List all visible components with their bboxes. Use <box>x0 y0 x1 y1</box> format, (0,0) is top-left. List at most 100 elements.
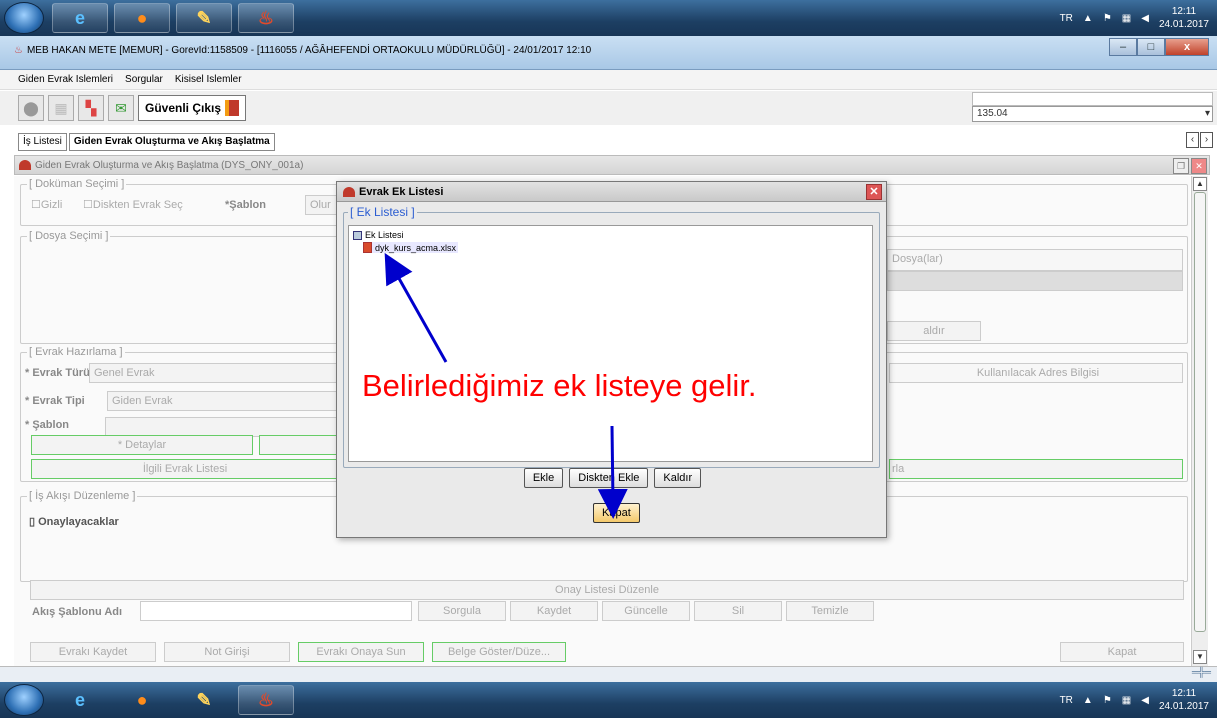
tray-arrow-icon[interactable]: ▲ <box>1083 13 1093 24</box>
attachment-item[interactable]: dyk_kurs_acma.xlsx <box>363 242 459 253</box>
language-indicator[interactable]: TR <box>1060 13 1073 24</box>
menu-sorgular[interactable]: Sorgular <box>125 74 163 85</box>
ek-listesi-legend: [ Ek Listesi ] <box>348 205 417 219</box>
diskten-checkbox[interactable]: ☐Diskten Evrak Seç <box>83 198 183 211</box>
minimize-button[interactable]: – <box>1109 38 1137 56</box>
panel-header: Giden Evrak Oluşturma ve Akış Başlatma (… <box>14 155 1210 175</box>
flag-icon-bottom[interactable]: ⚑ <box>1103 695 1112 706</box>
ie-icon-bottom[interactable]: e <box>52 685 108 715</box>
colors-icon[interactable]: ▚ <box>78 95 104 121</box>
taskbar-bottom: e ● ✎ ♨ TR ▲ ⚑ ▦ ◀ 12:11 24.01.2017 <box>0 682 1217 718</box>
connection-icon: ═╬═ <box>1191 667 1211 677</box>
restore-panel-icon[interactable]: ❐ <box>1173 158 1189 174</box>
panel-logo-icon <box>19 160 31 170</box>
chat-icon[interactable]: ✉ <box>108 95 134 121</box>
paint-icon-bottom[interactable]: ✎ <box>176 685 232 715</box>
tree-root-icon <box>353 230 362 240</box>
maximize-button[interactable]: □ <box>1137 38 1165 56</box>
clock-bottom[interactable]: 12:11 24.01.2017 <box>1159 687 1209 713</box>
combo-top-field[interactable] <box>972 92 1213 106</box>
window-title: MEB HAKAN METE [MEMUR] - GorevId:1158509… <box>26 45 592 56</box>
unit-combo-value: 135.04 <box>977 108 1008 119</box>
temizle-button[interactable]: Temizle <box>786 601 874 621</box>
tree-root[interactable]: Ek Listesi <box>353 230 404 240</box>
sil-button[interactable]: Sil <box>694 601 782 621</box>
tab-is-listesi[interactable]: İş Listesi <box>18 133 67 151</box>
akis-sablonu-input[interactable] <box>140 601 412 621</box>
network-icon-bottom[interactable]: ▦ <box>1122 695 1131 706</box>
stop-icon[interactable]: ⬤ <box>18 95 44 121</box>
ilgili-evrak-button[interactable]: İlgili Evrak Listesi <box>31 459 339 479</box>
clock[interactable]: 12:11 24.01.2017 <box>1159 5 1209 31</box>
tab-strip: İş Listesi Giden Evrak Oluşturma ve Akış… <box>18 133 275 151</box>
tab-scroll: ‹ › <box>1186 132 1213 148</box>
onaylayacaklar-node[interactable]: ▯ Onaylayacaklar <box>29 515 119 528</box>
evrak-turu-label: * Evrak Türü <box>25 367 90 379</box>
kaldir-button[interactable]: Kaldır <box>654 468 702 488</box>
belge-goster-button[interactable]: Belge Göster/Düze... <box>432 642 566 662</box>
java-icon-bottom[interactable]: ♨ <box>238 685 294 715</box>
kaldir-partial-button[interactable]: aldır <box>887 321 981 341</box>
rla-partial-button[interactable]: rla <box>889 459 1183 479</box>
menu-bar: Giden Evrak Islemleri Sorgular Kisisel I… <box>0 70 1217 90</box>
onay-listesi-button[interactable]: Onay Listesi Düzenle <box>30 580 1184 600</box>
menu-kisisel[interactable]: Kisisel Islemler <box>175 74 242 85</box>
language-indicator-bottom[interactable]: TR <box>1060 695 1073 706</box>
detaylar-button[interactable]: * Detaylar <box>31 435 253 455</box>
kaydet-button[interactable]: Kaydet <box>510 601 598 621</box>
safe-exit-label: Güvenli Çıkış <box>145 101 222 115</box>
volume-icon-bottom[interactable]: ◀ <box>1141 695 1149 706</box>
grid-icon[interactable]: ▦ <box>48 95 74 121</box>
close-window-button[interactable]: x <box>1165 38 1209 56</box>
tab-giden-evrak[interactable]: Giden Evrak Oluşturma ve Akış Başlatma <box>68 133 275 151</box>
file-selection-legend: [ Dosya Seçimi ] <box>27 230 111 242</box>
start-button[interactable] <box>4 2 44 34</box>
system-tray: TR ▲ ⚑ ▦ ◀ 12:11 24.01.2017 <box>1060 0 1209 36</box>
attachment-tree[interactable]: Ek Listesi dyk_kurs_acma.xlsx <box>348 225 873 462</box>
flag-icon[interactable]: ⚑ <box>1103 13 1112 24</box>
volume-icon[interactable]: ◀ <box>1141 13 1149 24</box>
evrak-tipi-field[interactable]: Giden Evrak <box>107 391 339 411</box>
scroll-thumb[interactable] <box>1194 192 1206 632</box>
detaylar-2-button[interactable] <box>259 435 339 455</box>
firefox-icon-bottom[interactable]: ● <box>114 685 170 715</box>
guncelle-button[interactable]: Güncelle <box>602 601 690 621</box>
menu-giden-evrak[interactable]: Giden Evrak Islemleri <box>18 74 113 85</box>
dialog-kapat-button[interactable]: Kapat <box>593 503 640 523</box>
sablon2-field[interactable] <box>105 417 339 437</box>
start-button-bottom[interactable] <box>4 684 44 716</box>
evraki-onaya-button[interactable]: Evrakı Onaya Sun <box>298 642 424 662</box>
evraki-kaydet-button[interactable]: Evrakı Kaydet <box>30 642 156 662</box>
chevron-down-icon: ▾ <box>1204 108 1210 119</box>
paint-icon[interactable]: ✎ <box>176 3 232 33</box>
dialog-title: Evrak Ek Listesi <box>359 185 444 198</box>
dosyalar-row[interactable] <box>887 271 1183 291</box>
dialog-close-icon[interactable]: ✕ <box>866 184 882 200</box>
ek-listesi-group: [ Ek Listesi ] Ek Listesi dyk_kurs_acma.… <box>343 205 880 468</box>
ekle-button[interactable]: Ekle <box>523 468 564 488</box>
network-icon[interactable]: ▦ <box>1122 13 1131 24</box>
vertical-scrollbar[interactable]: ▲ ▼ <box>1191 176 1208 666</box>
evrak-turu-field[interactable]: Genel Evrak <box>89 363 339 383</box>
system-tray-bottom: TR ▲ ⚑ ▦ ◀ 12:11 24.01.2017 <box>1060 682 1209 718</box>
attachment-filename: dyk_kurs_acma.xlsx <box>375 242 457 253</box>
sorgula-button[interactable]: Sorgula <box>418 601 506 621</box>
sablon-label: *Şablon <box>225 199 266 211</box>
not-girisi-button[interactable]: Not Girişi <box>164 642 290 662</box>
scroll-up-icon[interactable]: ▲ <box>1193 177 1207 191</box>
dosyalar-header: Dosya(lar) <box>887 249 1183 271</box>
scroll-down-icon[interactable]: ▼ <box>1193 650 1207 664</box>
tab-left-icon[interactable]: ‹ <box>1186 132 1199 148</box>
dialog-logo-icon <box>343 186 355 197</box>
tray-arrow-icon-bottom[interactable]: ▲ <box>1083 695 1093 706</box>
ie-icon[interactable]: e <box>52 3 108 33</box>
safe-exit-button[interactable]: Güvenli Çıkış <box>138 95 247 121</box>
diskten-ekle-button[interactable]: Diskten Ekle <box>569 468 649 488</box>
tab-right-icon[interactable]: › <box>1200 132 1213 148</box>
java-icon[interactable]: ♨ <box>238 3 294 33</box>
kapat-main-button[interactable]: Kapat <box>1060 642 1184 662</box>
close-panel-icon[interactable]: ✕ <box>1191 158 1207 174</box>
unit-combo[interactable]: 135.04 ▾ <box>972 106 1213 122</box>
gizli-checkbox[interactable]: ☐Gizli <box>31 198 62 211</box>
firefox-icon[interactable]: ● <box>114 3 170 33</box>
